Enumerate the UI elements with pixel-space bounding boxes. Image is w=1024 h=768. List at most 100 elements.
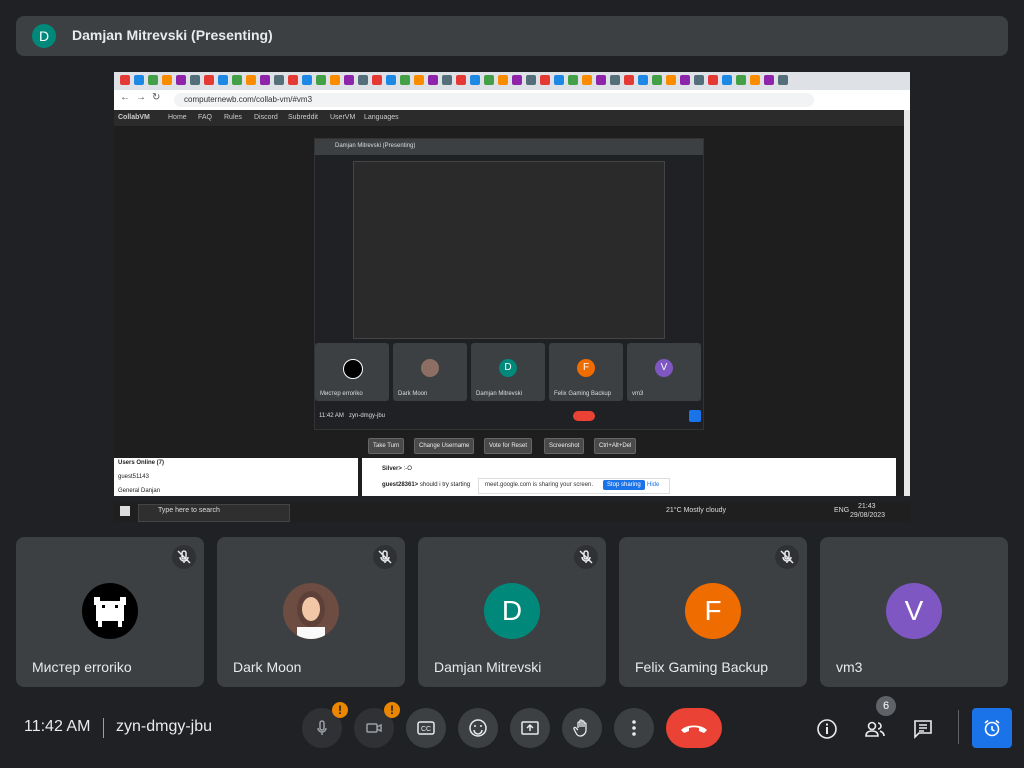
participant-name: Dark Moon xyxy=(233,659,302,675)
browser-tab-favicon xyxy=(778,75,788,85)
present-screen-button[interactable] xyxy=(510,708,550,748)
change-username-button[interactable]: Change Username xyxy=(414,438,475,454)
windows-taskbar: Type here to search 21°C Mostly cloudy E… xyxy=(114,502,910,522)
screenshot-button[interactable]: Screenshot xyxy=(544,438,585,454)
page-scrollbar xyxy=(904,110,910,496)
presenter-name: Damjan Mitrevski (Presenting) xyxy=(72,27,273,43)
people-icon xyxy=(865,721,885,737)
emoji-reaction-button[interactable] xyxy=(458,708,498,748)
chat-text: should i try starting xyxy=(419,482,471,488)
taskbar-lang: ENG xyxy=(834,507,850,514)
inner-tile-name: Мистер erroriko xyxy=(320,391,363,397)
inner-presenter-name: Damjan Mitrevski (Presenting) xyxy=(335,143,416,149)
inner-time: 11:42 AM xyxy=(319,413,344,419)
stop-sharing-button[interactable]: Stop sharing xyxy=(603,480,645,490)
more-options-button[interactable] xyxy=(614,708,654,748)
activities-button[interactable] xyxy=(972,708,1012,748)
vm-screen: Damjan Mitrevski (Presenting) Мистер err… xyxy=(314,138,704,430)
taskbar-search: Type here to search xyxy=(158,507,220,514)
browser-tab-favicon xyxy=(246,75,256,85)
inner-tile-name: Felix Gaming Backup xyxy=(554,391,612,397)
camera-button[interactable]: ! xyxy=(354,702,400,748)
captions-icon: CC xyxy=(417,721,435,735)
nav-discord: Discord xyxy=(254,114,278,121)
inner-presenter-bar: Damjan Mitrevski (Presenting) xyxy=(315,139,703,155)
browser-tab-favicon xyxy=(428,75,438,85)
browser-tab-favicon xyxy=(456,75,466,85)
inner-end-call-icon xyxy=(573,411,595,421)
presenter-avatar: D xyxy=(32,24,56,48)
browser-tab-favicon xyxy=(526,75,536,85)
participant-tile[interactable]: D Damjan Mitrevski xyxy=(418,537,606,687)
raise-hand-button[interactable] xyxy=(562,708,602,748)
participant-tile[interactable]: F Felix Gaming Backup xyxy=(619,537,807,687)
collabvm-page: CollabVM Home FAQ Rules Discord Subreddi… xyxy=(114,110,904,496)
alarm-clock-icon xyxy=(984,719,1000,737)
browser-tab-favicon xyxy=(582,75,592,85)
browser-tab-favicon xyxy=(652,75,662,85)
collabvm-logo: CollabVM xyxy=(118,114,150,121)
participant-tile[interactable]: V vm3 xyxy=(820,537,1008,687)
user-item: General Danjan xyxy=(118,488,161,494)
browser-tab-favicon xyxy=(498,75,508,85)
nav-rules: Rules xyxy=(224,114,242,121)
reload-icon: ↻ xyxy=(152,92,161,103)
info-icon xyxy=(817,719,837,739)
microphone-button[interactable]: ! xyxy=(302,702,348,748)
browser-tab-favicon xyxy=(666,75,676,85)
browser-tab-favicon xyxy=(554,75,564,85)
hand-icon xyxy=(573,719,587,737)
divider xyxy=(958,710,959,744)
meeting-time: 11:42 AM xyxy=(24,718,91,735)
participant-name: vm3 xyxy=(836,659,863,675)
browser-tab-favicon xyxy=(302,75,312,85)
inner-shared-screen xyxy=(353,161,665,339)
browser-tab-favicon xyxy=(386,75,396,85)
inner-tile: F Felix Gaming Backup xyxy=(549,343,623,401)
browser-tab-favicon xyxy=(540,75,550,85)
browser-tab-favicon xyxy=(414,75,424,85)
inner-avatar: V xyxy=(655,359,673,377)
browser-tab-favicon xyxy=(218,75,228,85)
vote-reset-button[interactable]: Vote for Reset xyxy=(484,438,533,454)
ctrl-alt-del-button[interactable]: Ctrl+Alt+Del xyxy=(594,438,637,454)
browser-tab-favicon xyxy=(764,75,774,85)
participant-tile[interactable]: Dark Moon xyxy=(217,537,405,687)
inner-meeting-code: zyn-dmgy-jbu xyxy=(349,413,386,419)
leave-call-button[interactable] xyxy=(666,708,722,748)
browser-tab-favicon xyxy=(330,75,340,85)
participant-avatar: D xyxy=(484,583,540,639)
browser-tab-favicon xyxy=(624,75,634,85)
browser-tab-favicon xyxy=(596,75,606,85)
nav-home: Home xyxy=(168,114,187,121)
browser-url: computernewb.com/collab-vm/#vm3 xyxy=(174,93,814,107)
browser-tab-favicon xyxy=(708,75,718,85)
browser-tab-favicon xyxy=(638,75,648,85)
chat-line: Silver> :-O xyxy=(382,466,412,472)
browser-tab-favicon xyxy=(316,75,326,85)
share-notice-text: meet.google.com is sharing your screen. xyxy=(485,482,594,488)
chat-panel: Silver> :-O guest28361> should i try sta… xyxy=(362,458,896,496)
browser-tab-favicon xyxy=(680,75,690,85)
presenter-bar[interactable]: D Damjan Mitrevski (Presenting) xyxy=(16,16,1008,56)
browser-tab-favicon xyxy=(610,75,620,85)
forward-icon: → xyxy=(136,92,146,103)
captions-button[interactable]: CC xyxy=(406,708,446,748)
participant-name: Felix Gaming Backup xyxy=(635,659,769,675)
meeting-details-button[interactable] xyxy=(806,708,846,748)
taskbar-weather: 21°C Mostly cloudy xyxy=(666,507,726,514)
take-turn-button[interactable]: Take Turn xyxy=(368,438,405,454)
browser-tab-strip xyxy=(114,72,910,90)
hide-button[interactable]: Hide xyxy=(647,482,659,488)
people-button[interactable] xyxy=(854,708,894,748)
end-call-icon xyxy=(681,725,707,733)
inner-tile: V vm3 xyxy=(627,343,701,401)
participant-tile[interactable]: Мистер erroriko xyxy=(16,537,204,687)
participant-avatar xyxy=(283,583,339,639)
nav-subreddit: Subreddit xyxy=(288,114,318,121)
participant-avatar: V xyxy=(886,583,942,639)
browser-tab-favicon xyxy=(190,75,200,85)
inner-tile-name: Damjan Mitrevski xyxy=(476,391,523,397)
chat-button[interactable] xyxy=(902,708,942,748)
participant-name: Мистер erroriko xyxy=(32,659,132,675)
